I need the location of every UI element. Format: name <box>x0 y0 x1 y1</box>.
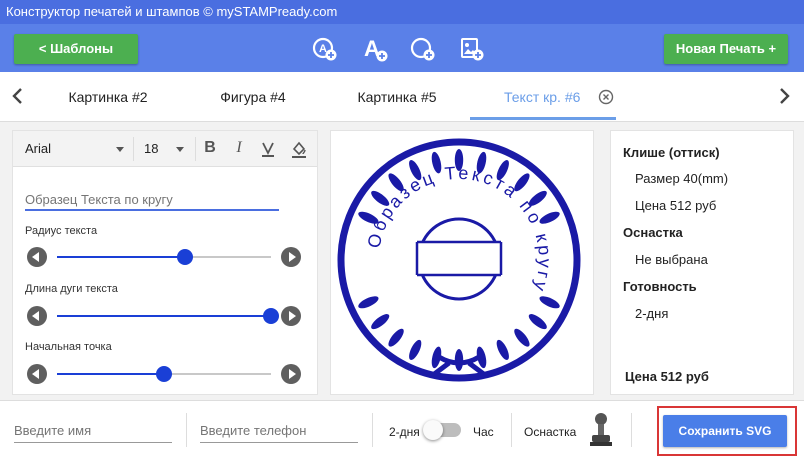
window-title: Конструктор печатей и штампов © mySTAMPr… <box>0 0 804 24</box>
mount-label: Оснастка <box>524 425 577 439</box>
order-info-panel: Клише (оттиск) Размер 40(mm) Цена 512 ру… <box>610 130 794 395</box>
format-toolbar: Arial 18 B I <box>13 131 317 167</box>
start-increase-button[interactable] <box>281 364 301 384</box>
total-price: Цена 512 руб <box>625 369 709 384</box>
slider-fill <box>57 373 164 375</box>
wreath-leaf <box>537 293 562 311</box>
radius-label: Радиус текста <box>25 225 98 237</box>
slider-thumb[interactable] <box>177 249 194 265</box>
chevron-left-icon[interactable] <box>8 86 28 106</box>
wreath-leaf <box>454 349 464 371</box>
tab-image-5[interactable]: Картинка #5 <box>340 72 454 120</box>
phone-input[interactable] <box>200 419 358 443</box>
toolbar-divider <box>195 137 196 161</box>
wreath-leaf <box>526 311 550 332</box>
font-size-select[interactable]: 18 <box>144 141 158 156</box>
order-bar: 2-дня Час Оснастка Сохранить SVG <box>0 400 804 466</box>
add-text-icon[interactable]: A <box>362 36 388 62</box>
bold-button[interactable]: B <box>200 139 220 157</box>
wreath-leaf <box>356 293 381 311</box>
wreath-leaf <box>511 326 533 349</box>
two-days-label: 2-дня <box>389 425 420 439</box>
chevron-down-icon[interactable] <box>176 147 184 152</box>
toolbar-divider <box>133 137 134 161</box>
stamp-center-mask <box>411 243 507 274</box>
add-shape-icon[interactable] <box>410 36 436 62</box>
layer-tabs: Картинка #2 Фигура #4 Картинка #5 Текст … <box>0 72 804 122</box>
text-color-icon[interactable] <box>259 140 277 158</box>
readiness-value: 2-дня <box>635 306 669 321</box>
tab-circle-text-6[interactable]: Текст кр. #6 <box>470 72 616 120</box>
arc-length-label: Длина дуги текста <box>25 283 118 295</box>
tab-shape-4[interactable]: Фигура #4 <box>198 72 308 120</box>
stamp-handle-icon[interactable] <box>588 411 614 451</box>
slider-thumb[interactable] <box>156 366 172 382</box>
new-stamp-button[interactable]: Новая Печать + <box>664 34 788 64</box>
mount-value: Не выбрана <box>635 252 708 267</box>
font-select[interactable]: Arial <box>25 141 51 156</box>
wreath-leaf <box>385 326 407 349</box>
chevron-right-icon[interactable] <box>774 86 794 106</box>
name-input[interactable] <box>14 419 172 443</box>
arc-length-slider[interactable] <box>57 308 279 324</box>
italic-button[interactable]: I <box>229 139 249 157</box>
hour-label: Час <box>473 425 494 439</box>
divider <box>511 413 512 447</box>
app-toolbar: < Шаблоны A A Новая Печать + <box>0 24 804 72</box>
radius-slider[interactable] <box>57 249 271 265</box>
chevron-down-icon[interactable] <box>116 147 124 152</box>
wreath-leaf <box>406 338 424 362</box>
divider <box>186 413 187 447</box>
tab-image-2[interactable]: Картинка #2 <box>52 72 164 120</box>
wreath-leaf <box>494 338 512 362</box>
radius-increase-button[interactable] <box>281 247 301 267</box>
divider <box>372 413 373 447</box>
start-point-label: Начальная точка <box>25 341 112 353</box>
add-image-icon[interactable] <box>459 36 485 62</box>
cliche-price: Цена 512 руб <box>635 198 717 213</box>
circle-text-input[interactable] <box>25 189 279 211</box>
radius-decrease-button[interactable] <box>27 247 47 267</box>
urgency-toggle[interactable] <box>423 420 461 440</box>
arc-decrease-button[interactable] <box>27 306 47 326</box>
stamp-size: Размер 40(mm) <box>635 171 729 186</box>
slider-thumb[interactable] <box>263 308 279 324</box>
save-svg-button[interactable]: Сохранить SVG <box>663 415 787 447</box>
toggle-knob[interactable] <box>423 420 443 440</box>
wreath-leaf <box>368 311 392 332</box>
slider-fill <box>57 315 271 317</box>
close-icon[interactable] <box>598 89 614 105</box>
stamp-preview[interactable]: Образец Текста по кругу <box>330 130 594 395</box>
start-decrease-button[interactable] <box>27 364 47 384</box>
divider <box>631 413 632 447</box>
add-circle-text-icon[interactable]: A <box>312 36 338 62</box>
text-settings-panel: Arial 18 B I Радиус текста Длина дуги те… <box>12 130 318 395</box>
slider-fill <box>57 256 186 258</box>
stamp-canvas[interactable]: Образец Текста по кругу <box>331 131 593 394</box>
start-point-slider[interactable] <box>57 366 271 382</box>
cliche-title: Клише (оттиск) <box>623 145 720 160</box>
templates-button[interactable]: < Шаблоны <box>14 34 138 64</box>
fill-color-icon[interactable] <box>289 139 309 159</box>
arc-increase-button[interactable] <box>281 306 301 326</box>
mount-title: Оснастка <box>623 225 683 240</box>
readiness-title: Готовность <box>623 279 697 294</box>
